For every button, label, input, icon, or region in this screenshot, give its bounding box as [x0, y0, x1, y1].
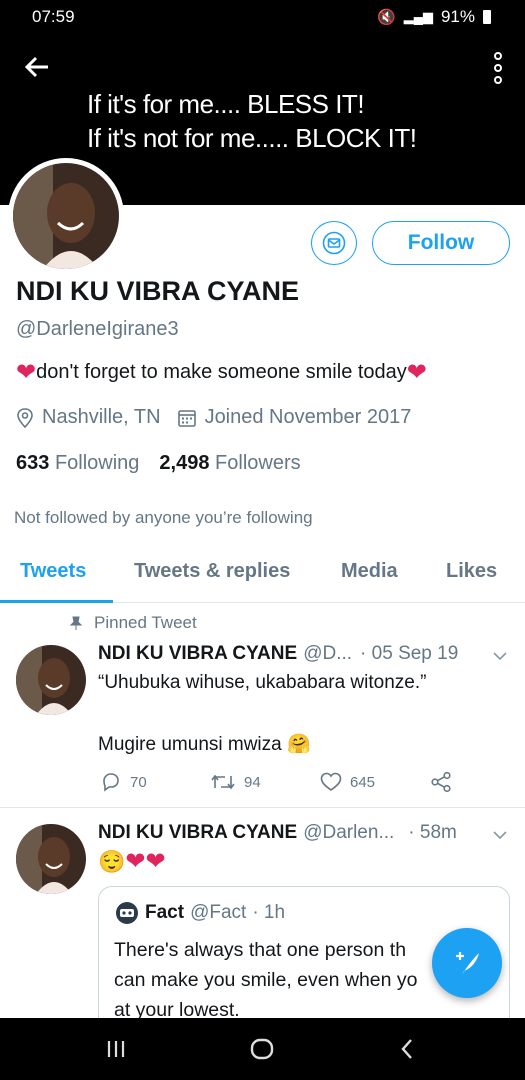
tweet-author[interactable]: NDI KU VIBRA CYANE	[98, 822, 297, 844]
back-icon[interactable]	[400, 1038, 414, 1065]
tweet-avatar[interactable]	[16, 645, 86, 715]
hugging-face-emoji: 🤗	[287, 734, 311, 755]
tab-media[interactable]: Media	[341, 560, 398, 583]
tab-tweets-replies[interactable]: Tweets & replies	[134, 560, 290, 583]
status-icons: 🔇 ▂▄▆ 91%	[377, 7, 491, 27]
tweet-header: NDI KU VIBRA CYANE @Darlen... · 58m	[98, 822, 457, 844]
pinned-label: Pinned Tweet	[70, 613, 197, 633]
envelope-icon	[322, 231, 346, 255]
status-bar: 07:59 🔇 ▂▄▆ 91%	[0, 0, 525, 34]
retweet-icon	[211, 774, 235, 790]
following-link[interactable]: 633 Following	[16, 452, 139, 475]
heart-icon: ❤	[125, 848, 146, 875]
tweet-header: NDI KU VIBRA CYANE @D... · 05 Sep 19	[98, 643, 458, 665]
tweet-handle: @D...	[303, 643, 353, 664]
tweet-pinned[interactable]: Pinned Tweet NDI KU VIBRA CYANE @D... · …	[0, 603, 525, 808]
mute-icon: 🔇	[377, 9, 396, 26]
banner-text-line-2: If it's not for me..... BLOCK IT!	[87, 123, 417, 153]
message-button[interactable]	[311, 221, 357, 265]
system-nav-bar	[0, 1018, 525, 1080]
heart-icon: ❤	[145, 848, 166, 875]
pin-icon	[70, 616, 82, 630]
tweet-handle: @Darlen...	[303, 822, 395, 843]
relieved-face-emoji: 😌	[98, 849, 126, 874]
heart-outline-icon	[320, 772, 342, 791]
tweet-actions: 70 94 645	[100, 771, 525, 793]
bio-text: don't forget to make someone smile today	[36, 361, 407, 383]
calendar-icon	[177, 409, 196, 427]
status-time: 07:59	[32, 7, 75, 26]
reply-icon	[103, 773, 119, 792]
fact-avatar-icon	[116, 902, 138, 924]
tweet-emojis: 😌❤❤	[98, 850, 166, 874]
compose-feather-icon	[456, 952, 479, 975]
more-options-icon[interactable]	[493, 52, 503, 84]
signal-icon: ▂▄▆	[403, 9, 433, 24]
recent-apps-icon[interactable]	[106, 1040, 126, 1063]
profile-tabs: Tweets Tweets & replies Media Likes	[0, 546, 525, 603]
tweet-author[interactable]: NDI KU VIBRA CYANE	[98, 643, 297, 665]
tab-likes[interactable]: Likes	[446, 560, 497, 583]
quoted-author: Fact	[145, 902, 185, 923]
compose-tweet-button[interactable]	[432, 928, 502, 998]
profile-avatar[interactable]	[8, 158, 124, 274]
back-arrow-icon[interactable]	[24, 54, 50, 86]
profile-joined: Joined November 2017	[204, 406, 412, 428]
followers-link[interactable]: 2,498 Followers	[159, 452, 300, 475]
profile-location: Nashville, TN	[42, 406, 161, 428]
chevron-down-icon[interactable]	[493, 827, 507, 843]
tweet-time: · 05 Sep 19	[360, 643, 459, 664]
not-followed-note: Not followed by anyone you’re following	[14, 508, 313, 527]
tweet-avatar[interactable]	[16, 824, 86, 894]
share-icon	[431, 771, 451, 793]
quoted-handle: @Fact	[190, 902, 247, 923]
quoted-time: · 1h	[252, 902, 286, 923]
reply-button[interactable]: 70	[100, 772, 210, 792]
heart-icon: ❤	[406, 358, 427, 386]
heart-icon: ❤	[16, 358, 37, 386]
profile-meta: Nashville, TN Joined November 2017	[16, 406, 419, 429]
battery-icon	[483, 10, 491, 24]
battery-level: 91%	[440, 7, 475, 26]
follow-counts: 633 Following 2,498 Followers	[16, 452, 301, 475]
profile-handle: @DarleneIgirane3	[16, 318, 179, 340]
profile-name: NDI KU VIBRA CYANE	[16, 276, 300, 306]
chevron-down-icon[interactable]	[493, 648, 507, 664]
tweet-time: · 58m	[408, 822, 457, 843]
quoted-tweet-header: Fact @Fact · 1h	[115, 901, 285, 925]
tweet-text: “Uhubuka wihuse, ukababara witonze.”	[98, 672, 427, 693]
location-pin-icon	[17, 407, 33, 428]
home-icon[interactable]	[250, 1038, 274, 1065]
profile-bio: ❤ don't forget to make someone smile tod…	[16, 358, 427, 386]
like-button[interactable]: 645	[320, 772, 430, 792]
follow-button[interactable]: Follow	[372, 221, 510, 265]
tab-tweets[interactable]: Tweets	[20, 560, 86, 583]
tweet-text: Mugire umunsi mwiza 🤗	[98, 734, 311, 755]
banner-text-line-1: If it's for me.... BLESS IT!	[87, 89, 365, 119]
share-button[interactable]	[430, 771, 525, 793]
retweet-button[interactable]: 94	[210, 773, 320, 791]
